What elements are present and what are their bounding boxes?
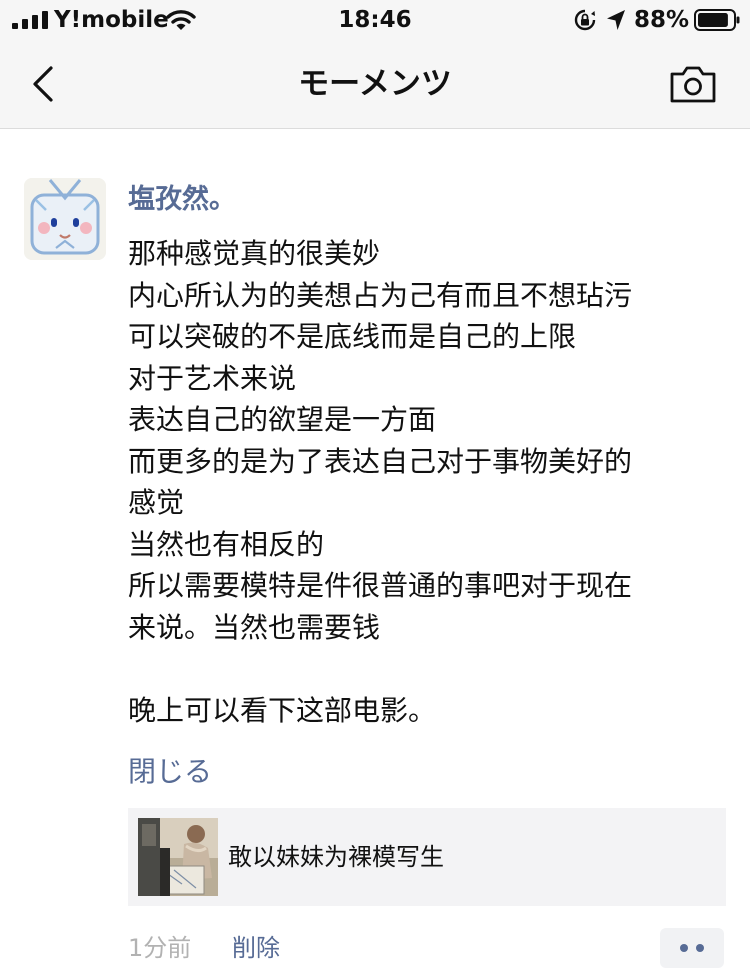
post-text-line: 内心所认为的美想占为己有而且不想玷污	[128, 278, 633, 312]
post-text-line: 对于艺术来说	[128, 361, 297, 395]
delete-button[interactable]: 削除	[232, 930, 280, 966]
post-text-line: 可以突破的不是底线而是自己的上限	[128, 320, 577, 353]
battery-percent: 88%	[634, 7, 690, 33]
battery-icon	[694, 9, 740, 31]
post-text-line: 所以需要模特是件很普通的事吧对于现在	[128, 569, 633, 602]
post-text-line: 表达自己的欲望是一方面	[128, 403, 437, 436]
post-text-line: 而更多的是为了表达自己对于事物美好的	[128, 444, 633, 478]
camera-button[interactable]	[668, 62, 718, 106]
post-text-line: 来说。当然也需要钱	[128, 610, 381, 644]
shared-link-title: 敢以妹妹为裸模写生	[228, 843, 444, 871]
avatar[interactable]	[24, 178, 106, 260]
moments-page: Y!mobile 18:46 88% モーメンツ 塩孜然。 那种感觉真的很美妙 …	[0, 0, 750, 979]
orientation-lock-icon	[574, 9, 596, 31]
author-name[interactable]: 塩孜然。	[128, 178, 236, 222]
location-icon	[607, 10, 625, 30]
status-bar: Y!mobile 18:46 88%	[0, 0, 750, 40]
post-text-line: 那种感觉真的很美妙	[128, 237, 381, 270]
shared-link-card[interactable]: 敢以妹妹为裸模写生	[128, 808, 726, 906]
more-dots-icon	[680, 944, 688, 952]
post-text-line	[128, 648, 728, 690]
post-text-line: 当然也有相反的	[128, 527, 325, 561]
more-options-button[interactable]	[660, 928, 724, 968]
post-body: 那种感觉真的很美妙 内心所认为的美想占为己有而且不想玷污 可以突破的不是底线而是…	[128, 233, 728, 732]
page-title: モーメンツ	[298, 66, 452, 102]
more-dots-icon	[696, 944, 704, 952]
camera-icon	[670, 66, 716, 103]
collapse-link[interactable]: 閉じる	[128, 752, 212, 792]
post-text-line: 感觉	[128, 486, 185, 519]
post-text-line: 晚上可以看下这部电影。	[128, 694, 437, 727]
navigation-bar: モーメンツ	[0, 44, 750, 128]
post-timestamp: 1分前	[128, 934, 192, 962]
shared-link-thumbnail	[138, 818, 218, 896]
header-area: Y!mobile 18:46 88% モーメンツ	[0, 0, 750, 129]
